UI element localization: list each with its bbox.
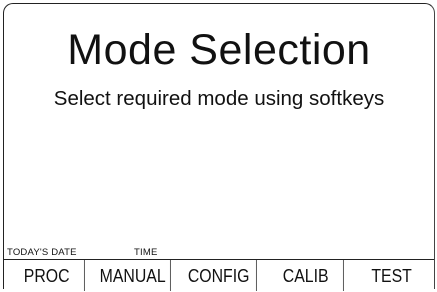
softkey-proc[interactable]: PROC <box>9 260 86 291</box>
softkey-config[interactable]: CONFIG <box>182 260 258 291</box>
softkey-calib[interactable]: CALIB <box>268 260 344 291</box>
softkey-manual[interactable]: MANUAL <box>95 260 172 291</box>
time-label: TIME <box>134 247 158 258</box>
softkey-bar: PROC MANUAL CONFIG CALIB TEST <box>4 259 434 291</box>
page-title: Mode Selection <box>67 26 371 74</box>
todays-date-label: TODAY'S DATE <box>7 247 77 258</box>
softkey-test[interactable]: TEST <box>354 260 429 291</box>
instruction-text: Select required mode using softkeys <box>53 87 385 110</box>
display-screen: Mode Selection Select required mode usin… <box>3 3 435 291</box>
